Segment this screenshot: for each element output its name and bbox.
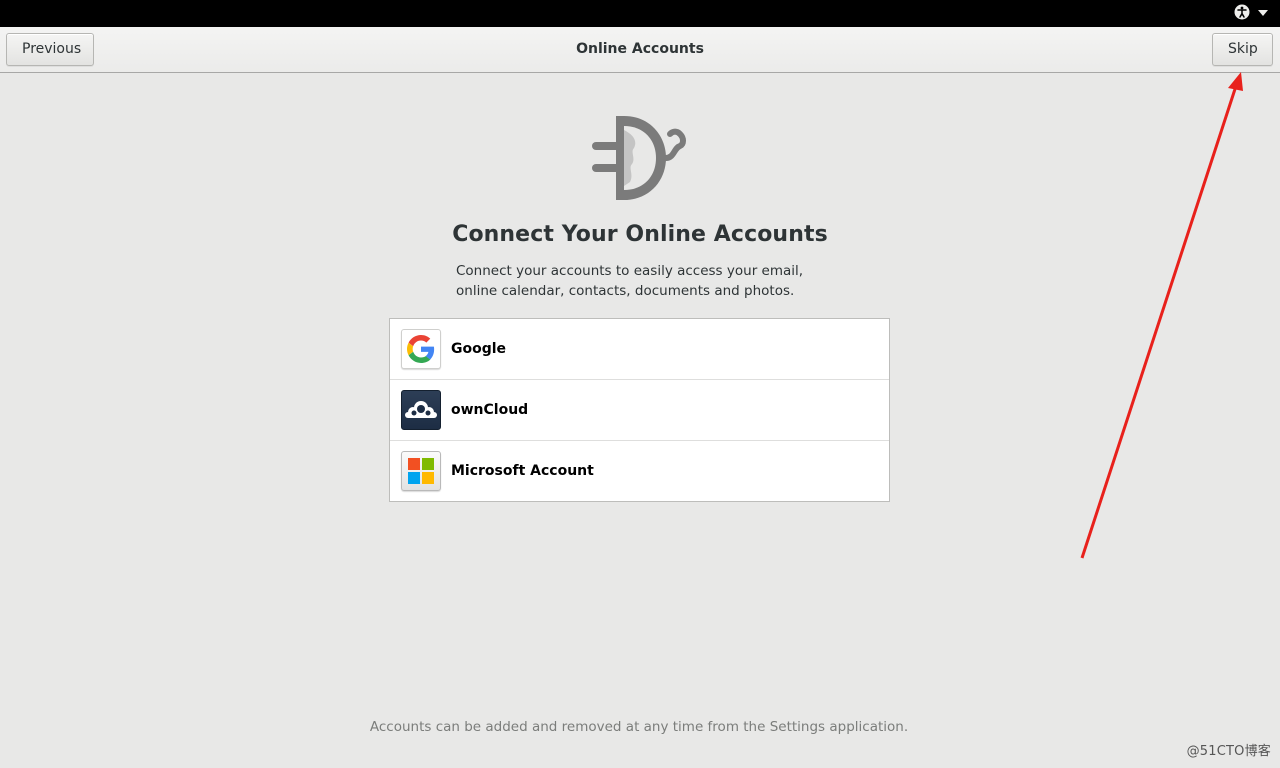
previous-button[interactable]: Previous — [6, 33, 94, 66]
microsoft-icon — [401, 451, 441, 491]
account-provider-list: Google ownCloud Microsoft Account — [389, 318, 890, 502]
watermark: @51CTO博客 — [1186, 744, 1271, 759]
description-line-2: online calendar, contacts, documents and… — [456, 283, 795, 299]
provider-row-owncloud[interactable]: ownCloud — [390, 380, 889, 441]
page-heading: Connect Your Online Accounts — [452, 222, 828, 247]
skip-button[interactable]: Skip — [1212, 33, 1273, 66]
description-line-1: Connect your accounts to easily access y… — [456, 263, 804, 279]
accessibility-icon[interactable] — [1234, 4, 1250, 20]
provider-label-microsoft: Microsoft Account — [451, 463, 594, 479]
page-title: Online Accounts — [576, 41, 704, 57]
google-icon — [401, 329, 441, 369]
provider-row-microsoft[interactable]: Microsoft Account — [390, 441, 889, 501]
system-status-menu[interactable] — [1234, 4, 1268, 20]
online-accounts-icon — [588, 112, 688, 204]
page-description: Connect your accounts to easily access y… — [456, 261, 836, 301]
caret-down-icon[interactable] — [1258, 10, 1268, 16]
owncloud-icon — [401, 390, 441, 430]
provider-label-google: Google — [451, 341, 507, 357]
provider-label-owncloud: ownCloud — [451, 402, 529, 418]
footer-note: Accounts can be added and removed at any… — [369, 719, 909, 735]
provider-row-google[interactable]: Google — [390, 319, 889, 380]
header-bar: Previous Online Accounts Skip — [0, 27, 1280, 73]
system-top-bar — [0, 0, 1280, 27]
